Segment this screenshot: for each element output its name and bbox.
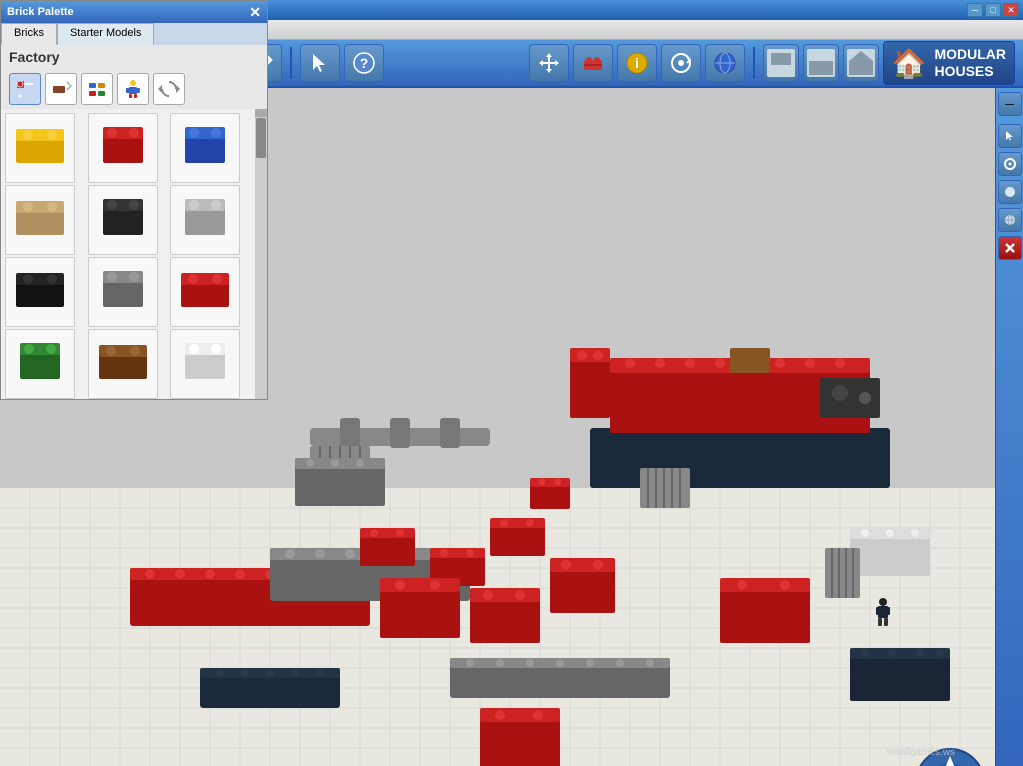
- sphere-button[interactable]: [998, 208, 1022, 232]
- close-button[interactable]: ✕: [1003, 3, 1019, 17]
- ring-button[interactable]: [998, 152, 1022, 176]
- brick-yellow-2x4[interactable]: [5, 113, 75, 183]
- watermark: smallgames.ws: [887, 747, 955, 758]
- brick-black-2x4[interactable]: [5, 257, 75, 327]
- info-button[interactable]: i: [617, 44, 657, 82]
- brick-brown-2x4[interactable]: [88, 329, 158, 399]
- build-button[interactable]: [573, 44, 613, 82]
- palette-content: [1, 109, 267, 399]
- brick-palette: Brick Palette ✕ Bricks Starter Models Fa…: [0, 0, 268, 400]
- palette-scrollbar[interactable]: [255, 109, 267, 399]
- filter-rotate-button[interactable]: [45, 73, 77, 105]
- brick-dark-2x2[interactable]: [88, 185, 158, 255]
- tab-bricks[interactable]: Bricks: [1, 23, 57, 45]
- palette-close-button[interactable]: ✕: [249, 4, 261, 21]
- brick-tan-2x4[interactable]: [5, 185, 75, 255]
- filter-category-button[interactable]: [81, 73, 113, 105]
- palette-category: Factory: [1, 45, 267, 69]
- scroll-thumb[interactable]: [256, 118, 266, 158]
- help-button[interactable]: ?: [344, 44, 384, 82]
- palette-title-bar: Brick Palette ✕: [1, 1, 267, 23]
- palette-filters: [1, 69, 267, 109]
- circle-button[interactable]: [998, 180, 1022, 204]
- move-tool-button[interactable]: [529, 44, 569, 82]
- maximize-button[interactable]: □: [985, 3, 1001, 17]
- filter-add-button[interactable]: [9, 73, 41, 105]
- brick-red-2x4[interactable]: [170, 257, 240, 327]
- brick-gray-2x2[interactable]: [88, 257, 158, 327]
- panel-minimize-button[interactable]: ─: [998, 92, 1022, 116]
- modular-badge: 🏠 MODULAR HOUSES: [883, 41, 1015, 85]
- brick-white-2x2[interactable]: [170, 329, 240, 399]
- brick-grid: [1, 109, 255, 399]
- brick-red-2x2[interactable]: [88, 113, 158, 183]
- separator-2: [290, 47, 292, 79]
- tab-starter-models[interactable]: Starter Models: [57, 23, 155, 45]
- separator-3: [753, 47, 755, 79]
- arrow-tool-button[interactable]: [998, 124, 1022, 148]
- brick-blue-2x2[interactable]: [170, 113, 240, 183]
- rotate-button[interactable]: [661, 44, 701, 82]
- filter-figure-button[interactable]: [117, 73, 149, 105]
- right-panel: ─: [995, 88, 1023, 766]
- palette-tabs: Bricks Starter Models: [1, 23, 267, 45]
- modular-icon: 🏠: [892, 47, 927, 80]
- delete-button[interactable]: [998, 236, 1022, 260]
- view2-button[interactable]: [803, 44, 839, 82]
- brick-green-2x2[interactable]: [5, 329, 75, 399]
- view1-button[interactable]: [763, 44, 799, 82]
- select-tool-button[interactable]: [300, 44, 340, 82]
- svg-text:?: ?: [360, 55, 369, 71]
- filter-refresh-button[interactable]: [153, 73, 185, 105]
- globe-button[interactable]: [705, 44, 745, 82]
- palette-title-text: Brick Palette: [7, 6, 74, 18]
- title-bar-buttons: ─ □ ✕: [967, 3, 1019, 17]
- view3-button[interactable]: [843, 44, 879, 82]
- svg-text:i: i: [635, 55, 639, 71]
- modular-text: MODULAR HOUSES: [934, 46, 1006, 80]
- brick-lgray-2x2[interactable]: [170, 185, 240, 255]
- minimize-button[interactable]: ─: [967, 3, 983, 17]
